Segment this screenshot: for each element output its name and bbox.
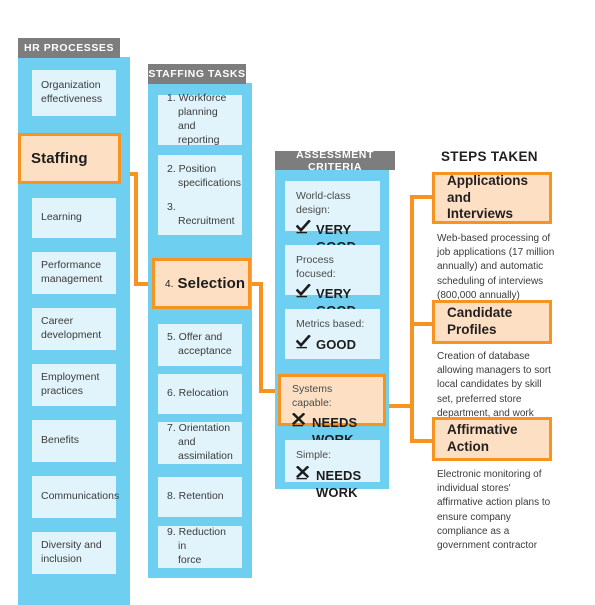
task-item-1-workforce-planning[interactable]: 1. Workforce planning and reporting [158,92,242,146]
assessment-item-verdict-text: GOOD [316,336,357,352]
assessment-item-world-class-design[interactable]: World-class design: VERY GOOD [285,181,380,254]
hr-item-label: Career development [41,315,102,341]
assessment-item-metrics-based[interactable]: Metrics based: GOOD [285,309,380,359]
connector-selection-to-systems-v [259,282,263,393]
hr-item-learning[interactable]: Learning [32,198,116,238]
hr-item-career-development[interactable]: Career development [32,308,116,350]
assessment-item-process-focused[interactable]: Process focused: VERY GOOD [285,245,380,318]
hr-item-diversity-and-inclusion[interactable]: Diversity and inclusion [32,532,116,574]
assessment-criteria-header: ASSESSMENT CRITERIA [275,149,395,173]
task-item-2-position-specifications[interactable]: 2. Position specifications [158,155,242,199]
step-box-title: Affirmative Action [447,422,518,454]
task-item-7-orientation-and-assimilation[interactable]: 7. Orientation and assimilation [158,422,242,464]
hr-item-benefits[interactable]: Benefits [32,420,116,462]
step-box-affirmative-action[interactable]: Affirmative Action [432,417,552,461]
assessment-item-systems-capable[interactable]: Systems capable: NEEDS WORK [278,374,386,447]
assessment-item-verdict-text: NEEDS WORK [316,467,362,500]
connector-staffing-to-selection-v [134,172,138,286]
x-icon [292,413,307,427]
task-item-label: 7. Orientation and assimilation [167,422,233,462]
hr-item-label: Organization effectiveness [41,79,103,105]
task-item-label: 8. Retention [167,490,224,503]
hr-item-label: Performance management [41,259,103,285]
assessment-item-simple[interactable]: Simple: NEEDS WORK [285,440,380,500]
step-box-candidate-profiles[interactable]: Candidate Profiles [432,300,552,344]
task-item-label: 5. Offer and acceptance [167,331,232,357]
connector-steps-trunk-v [410,195,414,443]
hr-item-performance-management[interactable]: Performance management [32,252,116,294]
task-item-label: 1. Workforce planning and reporting [167,92,227,146]
assessment-item-label: Metrics based: [296,318,365,330]
steps-taken-header: STEPS TAKEN [441,149,538,164]
task-item-label: 2. Position specifications [167,163,242,189]
task-item-6-relocation[interactable]: 6. Relocation [158,374,242,414]
hr-processes-header: HR PROCESSES [18,38,120,58]
x-icon [296,465,311,480]
task-item-9-reduction-in-force[interactable]: 9. Reduction in force [158,526,242,568]
assessment-item-label: Process focused: [296,254,336,280]
task-item-8-retention[interactable]: 8. Retention [158,477,242,517]
check-icon [296,220,311,234]
step-description-affirmative-action: Electronic monitoring of individual stor… [437,469,551,551]
check-icon [296,284,311,298]
task-item-4-selection[interactable]: 4. Selection [152,258,251,309]
staffing-tasks-header: STAFFING TASKS [148,64,246,84]
hr-item-label: Communications [41,490,120,503]
task-item-label: 3. Recruitment [167,201,235,227]
diagram-canvas: HR PROCESSES Organization effectiveness S… [0,0,595,605]
step-box-title: Applications and Interviews [447,172,529,222]
step-description-applications-and-interviews: Web-based processing of job applications… [437,233,555,301]
task-item-selection-label: Selection [177,275,246,292]
hr-item-staffing-label: Staffing [31,150,88,167]
hr-item-staffing[interactable]: Staffing [18,133,121,184]
step-box-applications-and-interviews[interactable]: Applications and Interviews [432,172,552,224]
hr-item-organization-effectiveness[interactable]: Organization effectiveness [32,70,116,116]
task-item-label: 9. Reduction in force [167,526,226,566]
task-item-3-recruitment[interactable]: 3. Recruitment [158,195,242,235]
task-item-label: 6. Relocation [167,387,229,400]
hr-item-label: Diversity and inclusion [41,539,102,565]
hr-item-employment-practices[interactable]: Employment practices [32,364,116,406]
assessment-item-label: Simple: [296,449,332,461]
assessment-item-verdict: NEEDS WORK [296,465,370,502]
task-item-5-offer-and-acceptance[interactable]: 5. Offer and acceptance [158,324,242,366]
step-box-title: Candidate Profiles [447,305,513,337]
hr-item-label: Employment practices [41,371,100,397]
hr-item-communications[interactable]: Communications [32,476,120,518]
assessment-item-label: Systems capable: [292,383,333,409]
hr-item-label: Benefits [41,434,79,447]
hr-item-label: Learning [41,211,82,224]
check-icon [296,334,311,349]
assessment-item-label: World-class design: [296,190,351,216]
assessment-item-verdict: GOOD [296,334,370,354]
task-item-selection-number: 4. [165,279,174,290]
